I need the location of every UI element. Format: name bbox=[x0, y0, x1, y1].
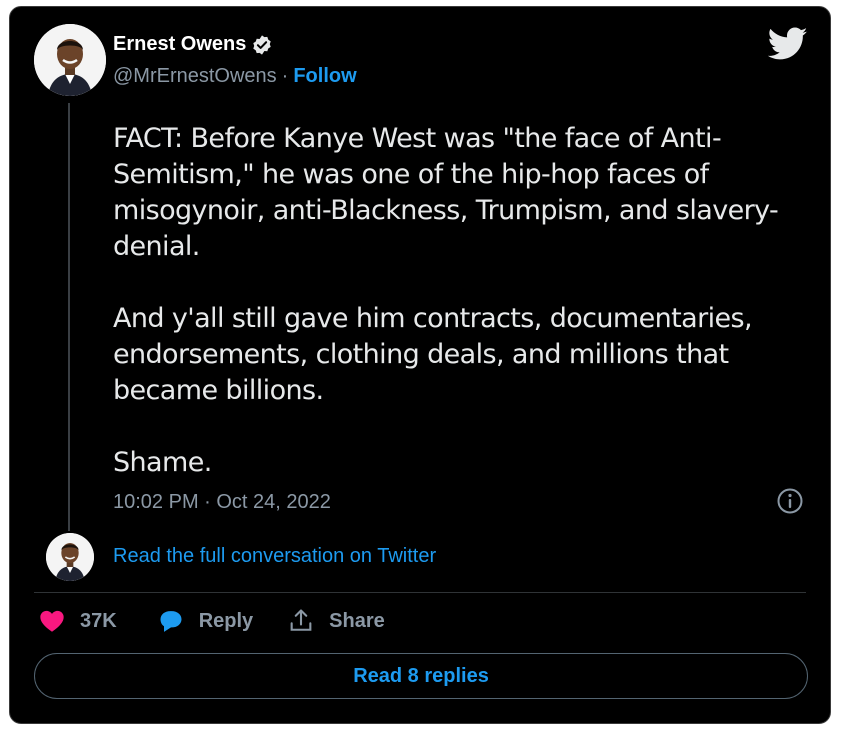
handle-separator: · bbox=[281, 65, 289, 87]
info-icon[interactable] bbox=[776, 487, 804, 515]
action-bar: 37K Reply Share bbox=[38, 607, 385, 635]
heart-icon bbox=[40, 610, 64, 632]
avatar-portrait bbox=[34, 24, 106, 96]
tweet-embed-card: Ernest Owens @MrErnestOwens · Follow FAC… bbox=[9, 6, 831, 724]
divider bbox=[34, 592, 806, 593]
like-button[interactable]: 37K bbox=[38, 607, 157, 635]
share-button[interactable]: Share bbox=[287, 607, 385, 635]
author-handle[interactable]: @MrErnestOwens bbox=[113, 65, 277, 88]
author-avatar[interactable] bbox=[34, 24, 106, 96]
twitter-bird-icon[interactable] bbox=[767, 27, 808, 61]
tweet-timestamp[interactable]: 10:02 PM · Oct 24, 2022 bbox=[113, 491, 331, 514]
author-avatar-small[interactable] bbox=[46, 533, 94, 581]
speech-bubble-icon bbox=[160, 611, 182, 632]
read-conversation-link[interactable]: Read the full conversation on Twitter bbox=[113, 545, 436, 568]
verified-badge-icon bbox=[251, 34, 273, 56]
read-replies-button[interactable]: Read 8 replies bbox=[34, 653, 808, 699]
avatar-portrait-small bbox=[46, 533, 94, 581]
author-name[interactable]: Ernest Owens bbox=[113, 33, 246, 56]
follow-button[interactable]: Follow bbox=[293, 65, 356, 88]
like-count: 37K bbox=[80, 609, 117, 632]
author-name-row: Ernest Owens bbox=[113, 33, 273, 56]
reply-button[interactable]: Reply bbox=[157, 607, 287, 635]
tweet-text: FACT: Before Kanye West was "the face of… bbox=[113, 123, 779, 478]
share-upload-icon bbox=[290, 609, 312, 631]
author-handle-row: @MrErnestOwens · Follow bbox=[113, 65, 357, 88]
thread-line bbox=[68, 103, 70, 531]
reply-label: Reply bbox=[198, 609, 254, 632]
share-label: Share bbox=[329, 609, 385, 632]
